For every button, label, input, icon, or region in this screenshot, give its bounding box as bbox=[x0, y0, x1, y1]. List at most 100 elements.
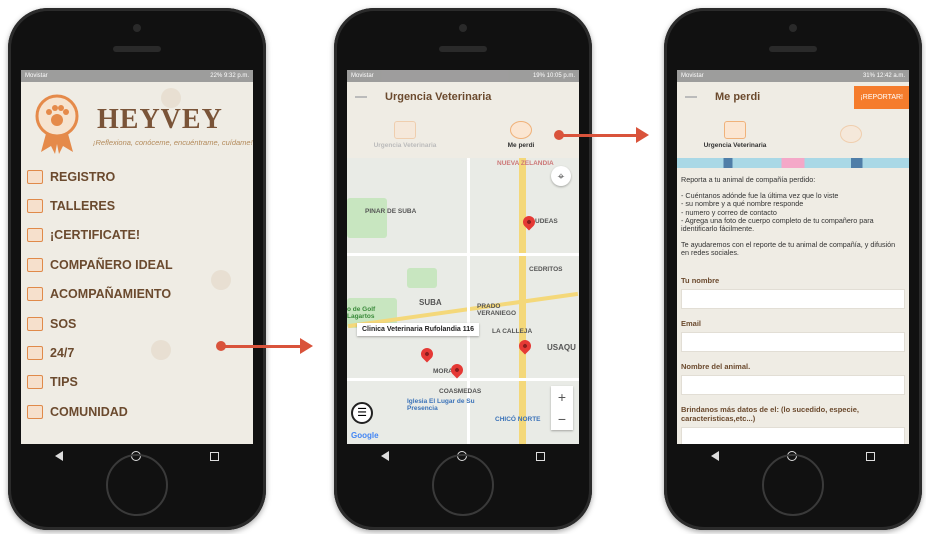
status-bar: Movistar 19% 10:05 p.m. bbox=[347, 70, 579, 82]
menu-item-registro[interactable]: REGISTRO bbox=[27, 162, 253, 191]
speaker bbox=[769, 46, 817, 52]
report-form: Reporta a tu animal de compañía perdido:… bbox=[677, 168, 909, 453]
park-area bbox=[347, 198, 387, 238]
map-label: SUBA bbox=[419, 298, 442, 307]
road bbox=[347, 253, 579, 256]
flow-arrowhead-icon bbox=[300, 338, 313, 354]
map-label: CHICÓ NORTE bbox=[495, 416, 541, 423]
carrier-label: Movistar bbox=[351, 73, 374, 79]
status-right: 19% 10:05 p.m. bbox=[532, 73, 575, 79]
home-button[interactable] bbox=[106, 454, 168, 516]
menu-item-label: 24/7 bbox=[50, 346, 75, 361]
menu-item-label: ¡CERTIFICATE! bbox=[50, 228, 141, 243]
flow-arrow-icon bbox=[559, 134, 637, 137]
veterinary-pin[interactable] bbox=[418, 345, 436, 363]
road bbox=[347, 378, 579, 381]
back-icon[interactable] bbox=[711, 451, 720, 461]
front-camera bbox=[133, 24, 141, 32]
veterinary-pin[interactable] bbox=[448, 361, 466, 379]
report-button[interactable]: ¡REPORTAR! bbox=[854, 86, 909, 109]
registro-icon bbox=[27, 169, 43, 184]
zoom-in-button[interactable]: + bbox=[551, 386, 573, 408]
tab-me-perdi[interactable] bbox=[793, 112, 909, 158]
intro-text: Reporta a tu animal de compañía perdido:… bbox=[681, 175, 905, 258]
speaker bbox=[113, 46, 161, 52]
phone-map: Movistar 19% 10:05 p.m. Urgencia Veterin… bbox=[334, 8, 592, 530]
home-button[interactable] bbox=[432, 454, 494, 516]
menu-item-label: COMPAÑERO IDEAL bbox=[50, 257, 173, 272]
flow-arrow-icon bbox=[221, 345, 301, 348]
map-label: USAQU bbox=[547, 343, 576, 352]
photo-banner bbox=[677, 158, 909, 168]
tab-urgencia-veterinaria[interactable]: Urgencia Veterinaria bbox=[677, 112, 793, 158]
name-field[interactable] bbox=[681, 288, 905, 309]
map-label: PRADO VERANIEGO bbox=[477, 303, 517, 317]
map-label: LA CALLEJA bbox=[492, 328, 533, 335]
map-label: COASMEDAS bbox=[439, 388, 482, 395]
map-label: UDEAS bbox=[535, 218, 558, 225]
map-icon bbox=[394, 121, 416, 139]
marker-tooltip[interactable]: Clinica Veterinaria Rufolandia 116 bbox=[357, 323, 480, 336]
home-menu: REGISTRO TALLERES ¡CERTIFICATE! COMPAÑER… bbox=[21, 162, 253, 427]
home-button[interactable] bbox=[762, 454, 824, 516]
sos-icon bbox=[27, 316, 43, 331]
24-7-icon bbox=[27, 346, 43, 361]
paw-decoration-icon bbox=[151, 340, 171, 360]
tab-bar: Urgencia Veterinaria bbox=[677, 112, 909, 158]
menu-item-talleres[interactable]: TALLERES bbox=[27, 191, 253, 220]
intro-paragraph: Te ayudaremos con el reporte de tu anima… bbox=[681, 240, 896, 258]
tab-label: Urgencia Veterinaria bbox=[703, 142, 767, 149]
companero-icon bbox=[27, 257, 43, 272]
recent-apps-icon[interactable] bbox=[535, 451, 545, 461]
park-area bbox=[407, 268, 437, 288]
back-icon[interactable] bbox=[55, 451, 64, 461]
carrier-label: Movistar bbox=[25, 73, 48, 79]
paw-decoration-icon bbox=[211, 270, 231, 290]
lost-pet-icon bbox=[840, 124, 862, 143]
status-bar: Movistar 31% 12:42 a.m. bbox=[677, 70, 909, 82]
map-label: o de Golf Lagartos bbox=[347, 306, 376, 320]
back-arrow-icon[interactable] bbox=[685, 96, 697, 98]
menu-item-tips[interactable]: TIPS bbox=[27, 368, 253, 397]
menu-item-label: ACOMPAÑAMIENTO bbox=[50, 287, 172, 302]
menu-item-certificate[interactable]: ¡CERTIFICATE! bbox=[27, 221, 253, 250]
menu-item-sos[interactable]: SOS bbox=[27, 309, 253, 338]
tab-label: Urgencia Veterinaria bbox=[373, 142, 437, 149]
acompanamiento-icon bbox=[27, 287, 43, 302]
tab-bar: Urgencia Veterinaria Me perdi bbox=[347, 112, 579, 158]
app-tagline: ¡Reflexiona, conóceme, encuéntrame, cuíd… bbox=[93, 138, 253, 147]
phone-report: Movistar 31% 12:42 a.m. Me perdi ¡REPORT… bbox=[664, 8, 922, 530]
speaker bbox=[439, 46, 487, 52]
field-label: Tu nombre bbox=[681, 275, 720, 285]
medal-paw-icon bbox=[35, 94, 79, 154]
page-title: Me perdi bbox=[715, 91, 761, 103]
talleres-icon bbox=[27, 199, 43, 214]
flow-arrowhead-icon bbox=[636, 127, 649, 143]
page-title: Urgencia Veterinaria bbox=[385, 91, 492, 103]
list-icon[interactable]: ☰ bbox=[351, 402, 373, 424]
map-view[interactable]: NUEVA ZELANDIA PINAR DE SUBA SUBA PRADO … bbox=[347, 158, 579, 444]
field-label: Nombre del animal. bbox=[681, 361, 751, 371]
front-camera bbox=[459, 24, 467, 32]
map-label: NUEVA ZELANDIA bbox=[497, 160, 554, 167]
zoom-controls: + − bbox=[551, 386, 573, 430]
tab-urgencia-veterinaria[interactable]: Urgencia Veterinaria bbox=[347, 112, 463, 158]
back-icon[interactable] bbox=[381, 451, 390, 461]
field-label: Brindanos más datos de el: (lo sucedido,… bbox=[681, 404, 859, 423]
recent-apps-icon[interactable] bbox=[865, 451, 875, 461]
animal-name-field[interactable] bbox=[681, 374, 905, 395]
field-label: Email bbox=[681, 318, 702, 328]
email-field[interactable] bbox=[681, 331, 905, 352]
menu-item-comunidad[interactable]: COMUNIDAD bbox=[27, 397, 253, 426]
map-icon bbox=[724, 121, 746, 139]
recent-apps-icon[interactable] bbox=[209, 451, 219, 461]
phone-home: Movistar 22% 9:32 p.m. HEYVEY ¡Reflexion… bbox=[8, 8, 266, 530]
report-screen: Movistar 31% 12:42 a.m. Me perdi ¡REPORT… bbox=[677, 70, 909, 468]
zoom-out-button[interactable]: − bbox=[551, 408, 573, 430]
lost-pet-icon bbox=[510, 121, 532, 139]
menu-item-label: REGISTRO bbox=[50, 169, 116, 184]
my-location-icon[interactable]: ⌖ bbox=[551, 166, 571, 186]
app-brand: HEYVEY bbox=[97, 104, 223, 135]
map-label: CEDRITOS bbox=[529, 266, 563, 273]
back-arrow-icon[interactable] bbox=[355, 96, 367, 98]
